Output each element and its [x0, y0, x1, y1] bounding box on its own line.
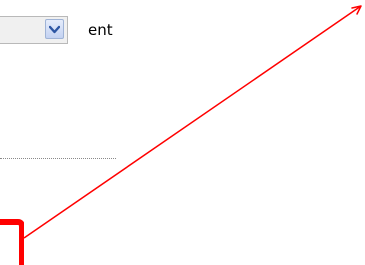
red-arrow-line	[23, 5, 362, 239]
dotted-divider	[0, 158, 116, 159]
dropdown-button[interactable]	[45, 19, 64, 39]
chevron-down-icon	[49, 25, 60, 34]
red-arrow-icon	[351, 5, 362, 15]
dropdown-field[interactable]	[0, 16, 68, 44]
dropdown-label: ent	[88, 21, 113, 39]
red-handwritten-fragment	[0, 219, 24, 265]
red-annotation-fragment	[0, 205, 24, 265]
